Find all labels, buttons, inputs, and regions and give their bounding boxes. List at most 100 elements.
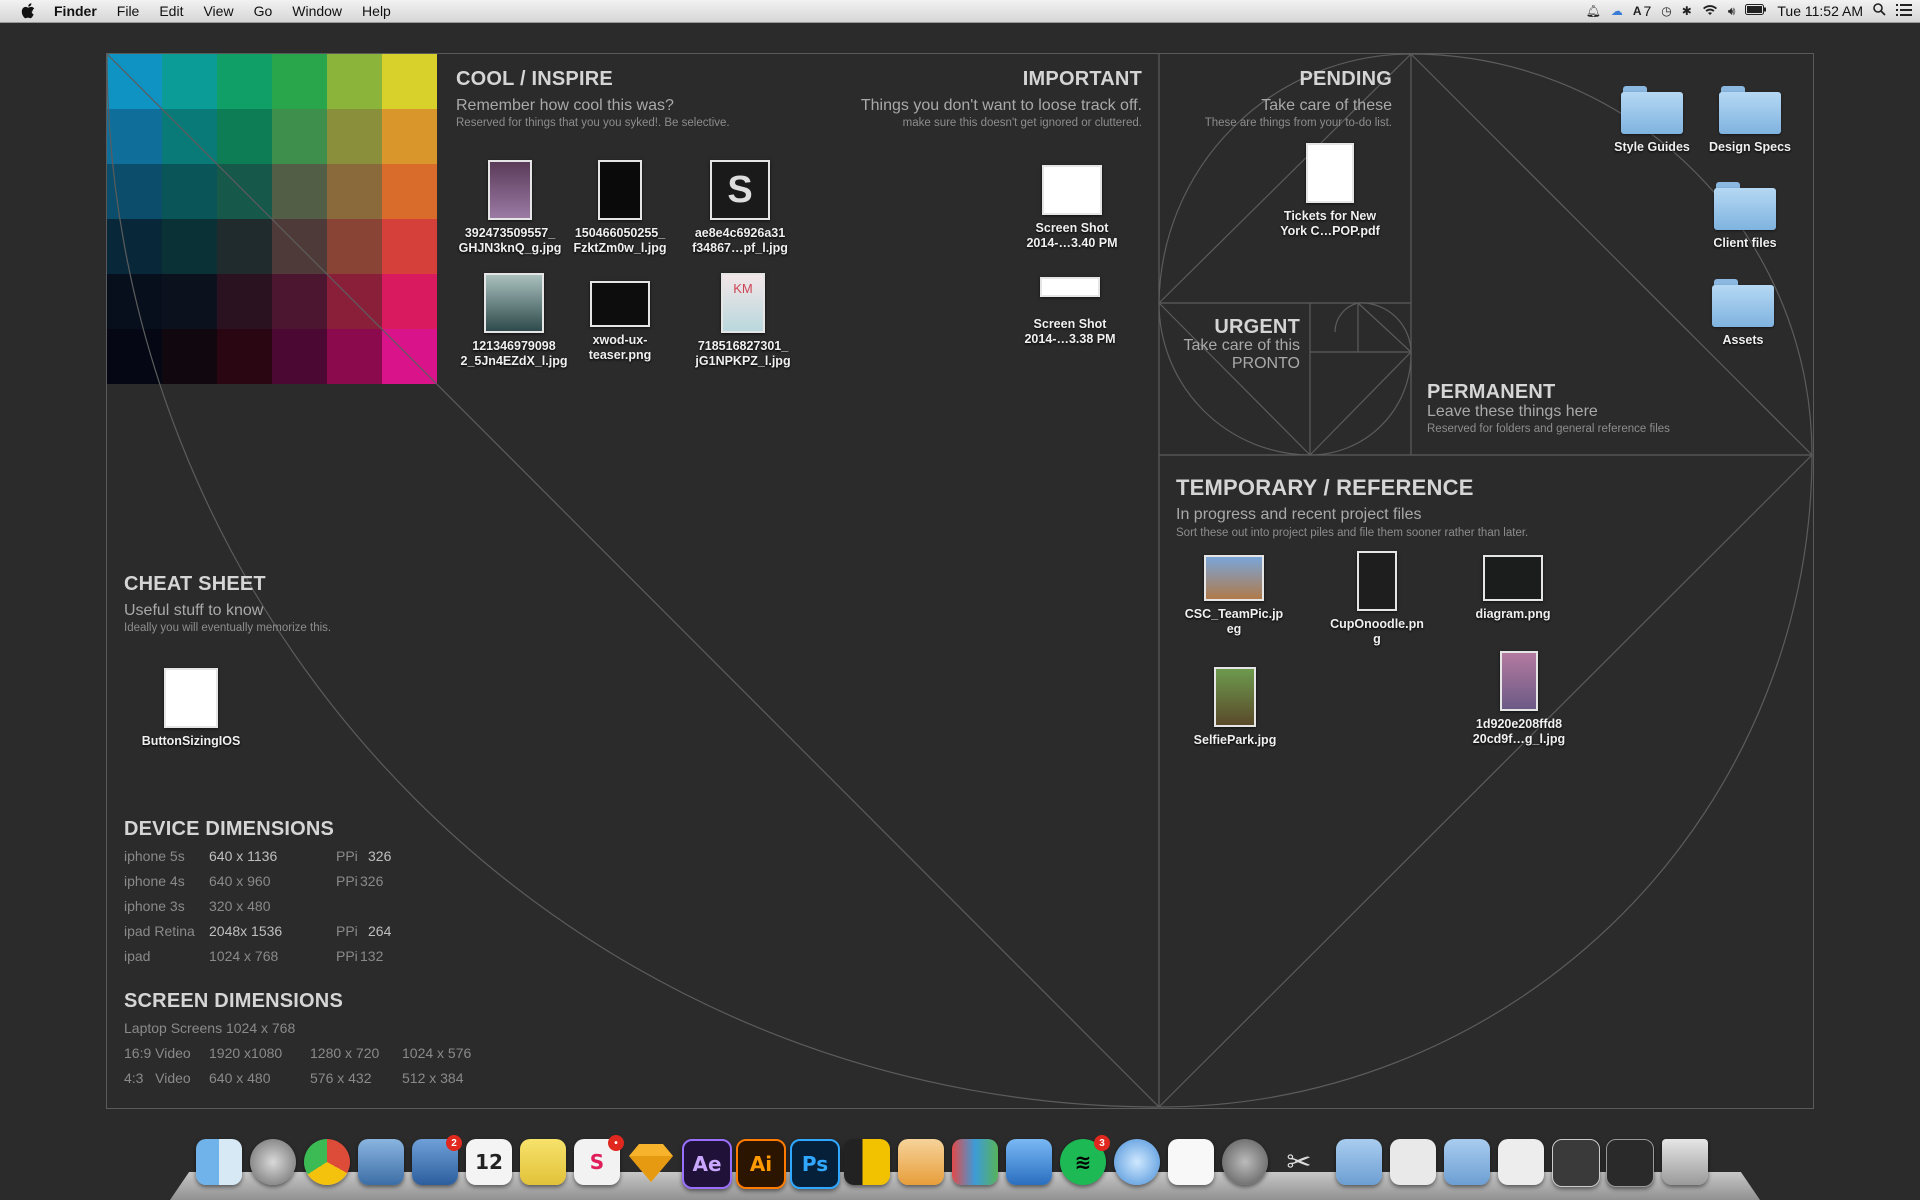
device-row: ipad 1024 x 768 PPi 132	[124, 948, 424, 973]
keynote-icon[interactable]	[1006, 1139, 1052, 1185]
device-name: iphone 3s	[124, 898, 185, 914]
device-size: 1024 x 768	[209, 948, 279, 964]
cool-inspire-subtitle: Remember how cool this was?	[456, 97, 674, 114]
spotify-icon[interactable]: ≋ 3	[1060, 1135, 1110, 1185]
file-icon-screenshot-1[interactable]: Screen Shot 2014-…3.40 PM	[1012, 165, 1132, 251]
illustrator-icon[interactable]: Ai	[736, 1139, 786, 1189]
temporary-title: TEMPORARY / REFERENCE	[1176, 475, 1474, 500]
image-thumbnail-icon	[1214, 667, 1256, 727]
cheat-sheet-note: Ideally you will eventually memorize thi…	[124, 622, 332, 634]
folder-icon	[1719, 86, 1781, 134]
window-stack-2-icon[interactable]	[1606, 1139, 1654, 1187]
file-name: ae8e4c6926a31 f34867…pf_l.jpg	[692, 226, 788, 255]
folder-icon	[1621, 86, 1683, 134]
file-icon-cool-5[interactable]: xwod-ux- teaser.png	[560, 281, 680, 363]
file-name: 1d920e208ffd8 20cd9f…g_l.jpg	[1472, 717, 1566, 746]
image-thumbnail-icon	[1357, 551, 1397, 611]
image-thumbnail-icon	[1204, 555, 1264, 601]
pending-title: PENDING	[1299, 68, 1392, 90]
files-icon[interactable]	[844, 1139, 890, 1185]
file-name: xwod-ux- teaser.png	[588, 333, 652, 362]
photoshop-icon[interactable]: Ps	[790, 1139, 840, 1189]
chrome-icon[interactable]	[304, 1139, 350, 1185]
device-row: iphone 3s 320 x 480	[124, 898, 424, 923]
video-format-label: 16:9 Video	[124, 1045, 191, 1061]
permanent-title: PERMANENT	[1427, 381, 1556, 403]
file-icon-cool-1[interactable]: 392473509557_ GHJN3knQ_g.jpg	[450, 160, 570, 256]
file-icon-cool-4[interactable]: 121346979098 2_5Jn4EZdX_l.jpg	[454, 273, 574, 369]
pages-icon[interactable]	[898, 1139, 944, 1185]
urgent-subtitle-line2: PRONTO	[1231, 355, 1300, 372]
trash-icon[interactable]	[1662, 1139, 1708, 1185]
image-thumbnail-icon	[164, 668, 218, 728]
dock: 2 12 S • Ae Ai Ps ≋ 3 ✂	[170, 1133, 1760, 1200]
important-subtitle: Things you don't want to loose track off…	[860, 97, 1142, 114]
file-name: CupOnoodle.pn g	[1330, 617, 1424, 646]
image-thumbnail-icon	[488, 160, 532, 220]
downloads-stack-icon[interactable]	[1336, 1139, 1382, 1185]
utilities-icon[interactable]: ✂	[1276, 1139, 1322, 1185]
documents-stack-icon[interactable]	[1390, 1139, 1436, 1185]
file-icon-screenshot-2[interactable]: Screen Shot 2014-…3.38 PM	[1010, 277, 1130, 347]
file-icon-cuponoodle[interactable]: CupOnoodle.pn g	[1317, 551, 1437, 647]
sketch-icon[interactable]	[628, 1139, 674, 1185]
permanent-note: Reserved for folders and general referen…	[1427, 423, 1670, 435]
folder-style-guides[interactable]: Style Guides	[1597, 86, 1707, 154]
important-title: IMPORTANT	[1022, 68, 1142, 90]
file-icon-cool-6[interactable]: KM 718516827301_ jG1NPKPZ_l.jpg	[683, 273, 803, 369]
file-icon-cool-2[interactable]: 150466050255_ FzktZm0w_l.jpg	[560, 160, 680, 256]
system-preferences-icon[interactable]	[1222, 1139, 1268, 1185]
messages-icon[interactable]	[1114, 1139, 1160, 1185]
video-size: 1280 x 720	[310, 1045, 380, 1061]
video-size: 1024 x 576	[402, 1045, 472, 1061]
finder-icon[interactable]	[196, 1139, 242, 1185]
folder-assets[interactable]: Assets	[1688, 279, 1798, 347]
device-name: iphone 4s	[124, 873, 185, 889]
after-effects-icon[interactable]: Ae	[682, 1139, 732, 1189]
spotify-badge: 3	[1094, 1135, 1110, 1151]
file-icon-1d920e[interactable]: 1d920e208ffd8 20cd9f…g_l.jpg	[1459, 651, 1579, 747]
keynote-chart-icon[interactable]	[952, 1139, 998, 1185]
preview-icon[interactable]	[358, 1139, 404, 1185]
textedit-icon[interactable]	[1168, 1139, 1214, 1185]
image-thumbnail-icon	[598, 160, 642, 220]
file-name: ButtonSizingIOS	[141, 734, 241, 748]
file-icon-pdf-tickets[interactable]: Tickets for New York C…POP.pdf	[1270, 143, 1390, 239]
ppi-label: PPi	[336, 923, 358, 939]
urgent-title: URGENT	[1214, 316, 1300, 338]
window-stack-icon[interactable]	[1552, 1139, 1600, 1187]
file-icon-selfie-park[interactable]: SelfiePark.jpg	[1175, 667, 1295, 748]
video-size: 640 x 480	[209, 1070, 271, 1086]
device-name: iphone 5s	[124, 848, 185, 864]
folder-client-files[interactable]: Client files	[1690, 182, 1800, 250]
notes-icon[interactable]	[520, 1139, 566, 1185]
pending-note: These are things from your to-do list.	[1204, 117, 1392, 129]
video-size: 512 x 384	[402, 1070, 464, 1086]
folder-design-specs[interactable]: Design Specs	[1695, 86, 1805, 154]
file-icon-button-sizing-ios[interactable]: ButtonSizingIOS	[131, 668, 251, 749]
launchpad-icon[interactable]	[250, 1139, 296, 1185]
ppi-label: PPi	[336, 848, 358, 864]
image-thumbnail-icon: S	[710, 160, 770, 220]
device-size: 640 x 1136	[209, 848, 278, 864]
laptop-row: Laptop Screens 1024 x 768	[124, 1020, 524, 1045]
video-size: 1920 x1080	[209, 1045, 283, 1061]
screenshot-stack-icon[interactable]	[1498, 1139, 1544, 1185]
screenshot-thumbnail-icon	[1042, 165, 1102, 215]
ppi-label: PPi	[336, 873, 358, 889]
temporary-subtitle: In progress and recent project files	[1176, 506, 1422, 523]
mail-icon[interactable]: 2	[412, 1135, 462, 1185]
file-icon-diagram[interactable]: diagram.png	[1453, 555, 1573, 622]
image-thumbnail-icon	[1500, 651, 1538, 711]
file-icon-team-pic[interactable]: CSC_TeamPic.jp eg	[1174, 555, 1294, 637]
applications-stack-icon[interactable]	[1444, 1139, 1490, 1185]
file-icon-cool-3[interactable]: S ae8e4c6926a31 f34867…pf_l.jpg	[680, 160, 800, 256]
slack-icon[interactable]: S •	[574, 1135, 624, 1185]
device-size: 2048x 1536	[209, 923, 283, 939]
important-note: make sure this doesn't get ignored or cl…	[902, 117, 1142, 129]
calendar-icon[interactable]: 12	[466, 1139, 512, 1185]
ppi-label: PPi	[336, 948, 358, 964]
file-name: Screen Shot 2014-…3.38 PM	[1024, 317, 1116, 346]
folder-icon	[1714, 182, 1776, 230]
ppi-value: 326	[360, 873, 384, 889]
